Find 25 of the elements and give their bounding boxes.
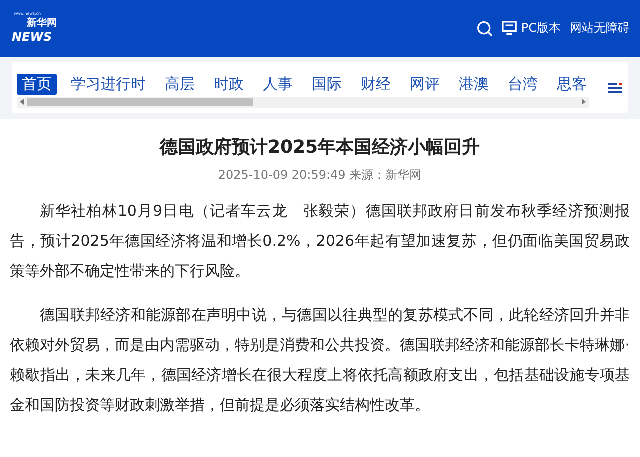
nav-tab[interactable]: 学习进行时 bbox=[66, 74, 151, 94]
scroll-right-icon[interactable] bbox=[581, 99, 587, 105]
article-title: 德国政府预计2025年本国经济小幅回升 bbox=[158, 136, 482, 159]
article-paragraph: 新华社柏林10月9日电（记者车云龙 张毅荣）德国联邦政府日前发布秋季经济预测报告，预计2025年德国经济将温和增长0.2%，2026年起有望加速复苏，但仍面临美国贸易政策等外部不确定性带来的下行风险。 bbox=[10, 201, 630, 282]
nav-tab[interactable]: 网评 bbox=[405, 74, 445, 94]
article-meta: 2025-10-09 20:59:49 来源：新华网 bbox=[217, 167, 423, 184]
nav-tab[interactable]: 国际 bbox=[307, 74, 347, 94]
accessibility-link[interactable]: 网站无障碍 bbox=[570, 20, 630, 37]
logo-site-name: 新华网 bbox=[27, 18, 57, 30]
scroll-left-icon[interactable] bbox=[19, 99, 25, 105]
article-paragraph: 德国联邦经济和能源部在声明中说，与德国以往典型的复苏模式不同，此轮经济回升并非依赖对外贸易，而是由内需驱动，特别是消费和公共投资。德国联邦经济和能源部长卡特琳娜·赖歇指出，未来几年，德国经济增长在很大程度上将依托高额政府支出，包括基础设施专项基金和国防投资等财政刺激举措，但前提是必须落实结构性改革。 bbox=[10, 305, 630, 416]
monitor-icon bbox=[502, 21, 518, 36]
menu-icon[interactable] bbox=[608, 80, 622, 94]
scrollbar[interactable] bbox=[17, 96, 589, 108]
nav-tab[interactable]: 首页 bbox=[17, 74, 57, 94]
nav-tab[interactable]: 时政 bbox=[209, 74, 249, 94]
logo-wordmark: NEWS bbox=[12, 30, 52, 44]
nav-tab[interactable]: 高层 bbox=[160, 74, 200, 94]
nav-tab[interactable]: 港澳 bbox=[454, 74, 494, 94]
search-icon[interactable] bbox=[477, 20, 494, 36]
nav-tab[interactable]: 财经 bbox=[356, 74, 396, 94]
nav-tab[interactable]: 台湾 bbox=[503, 74, 543, 94]
pc-version-link[interactable]: PC版本 bbox=[502, 20, 561, 37]
nav-tab[interactable]: 人事 bbox=[258, 74, 298, 94]
nav-tab[interactable]: 思客 bbox=[552, 74, 592, 94]
